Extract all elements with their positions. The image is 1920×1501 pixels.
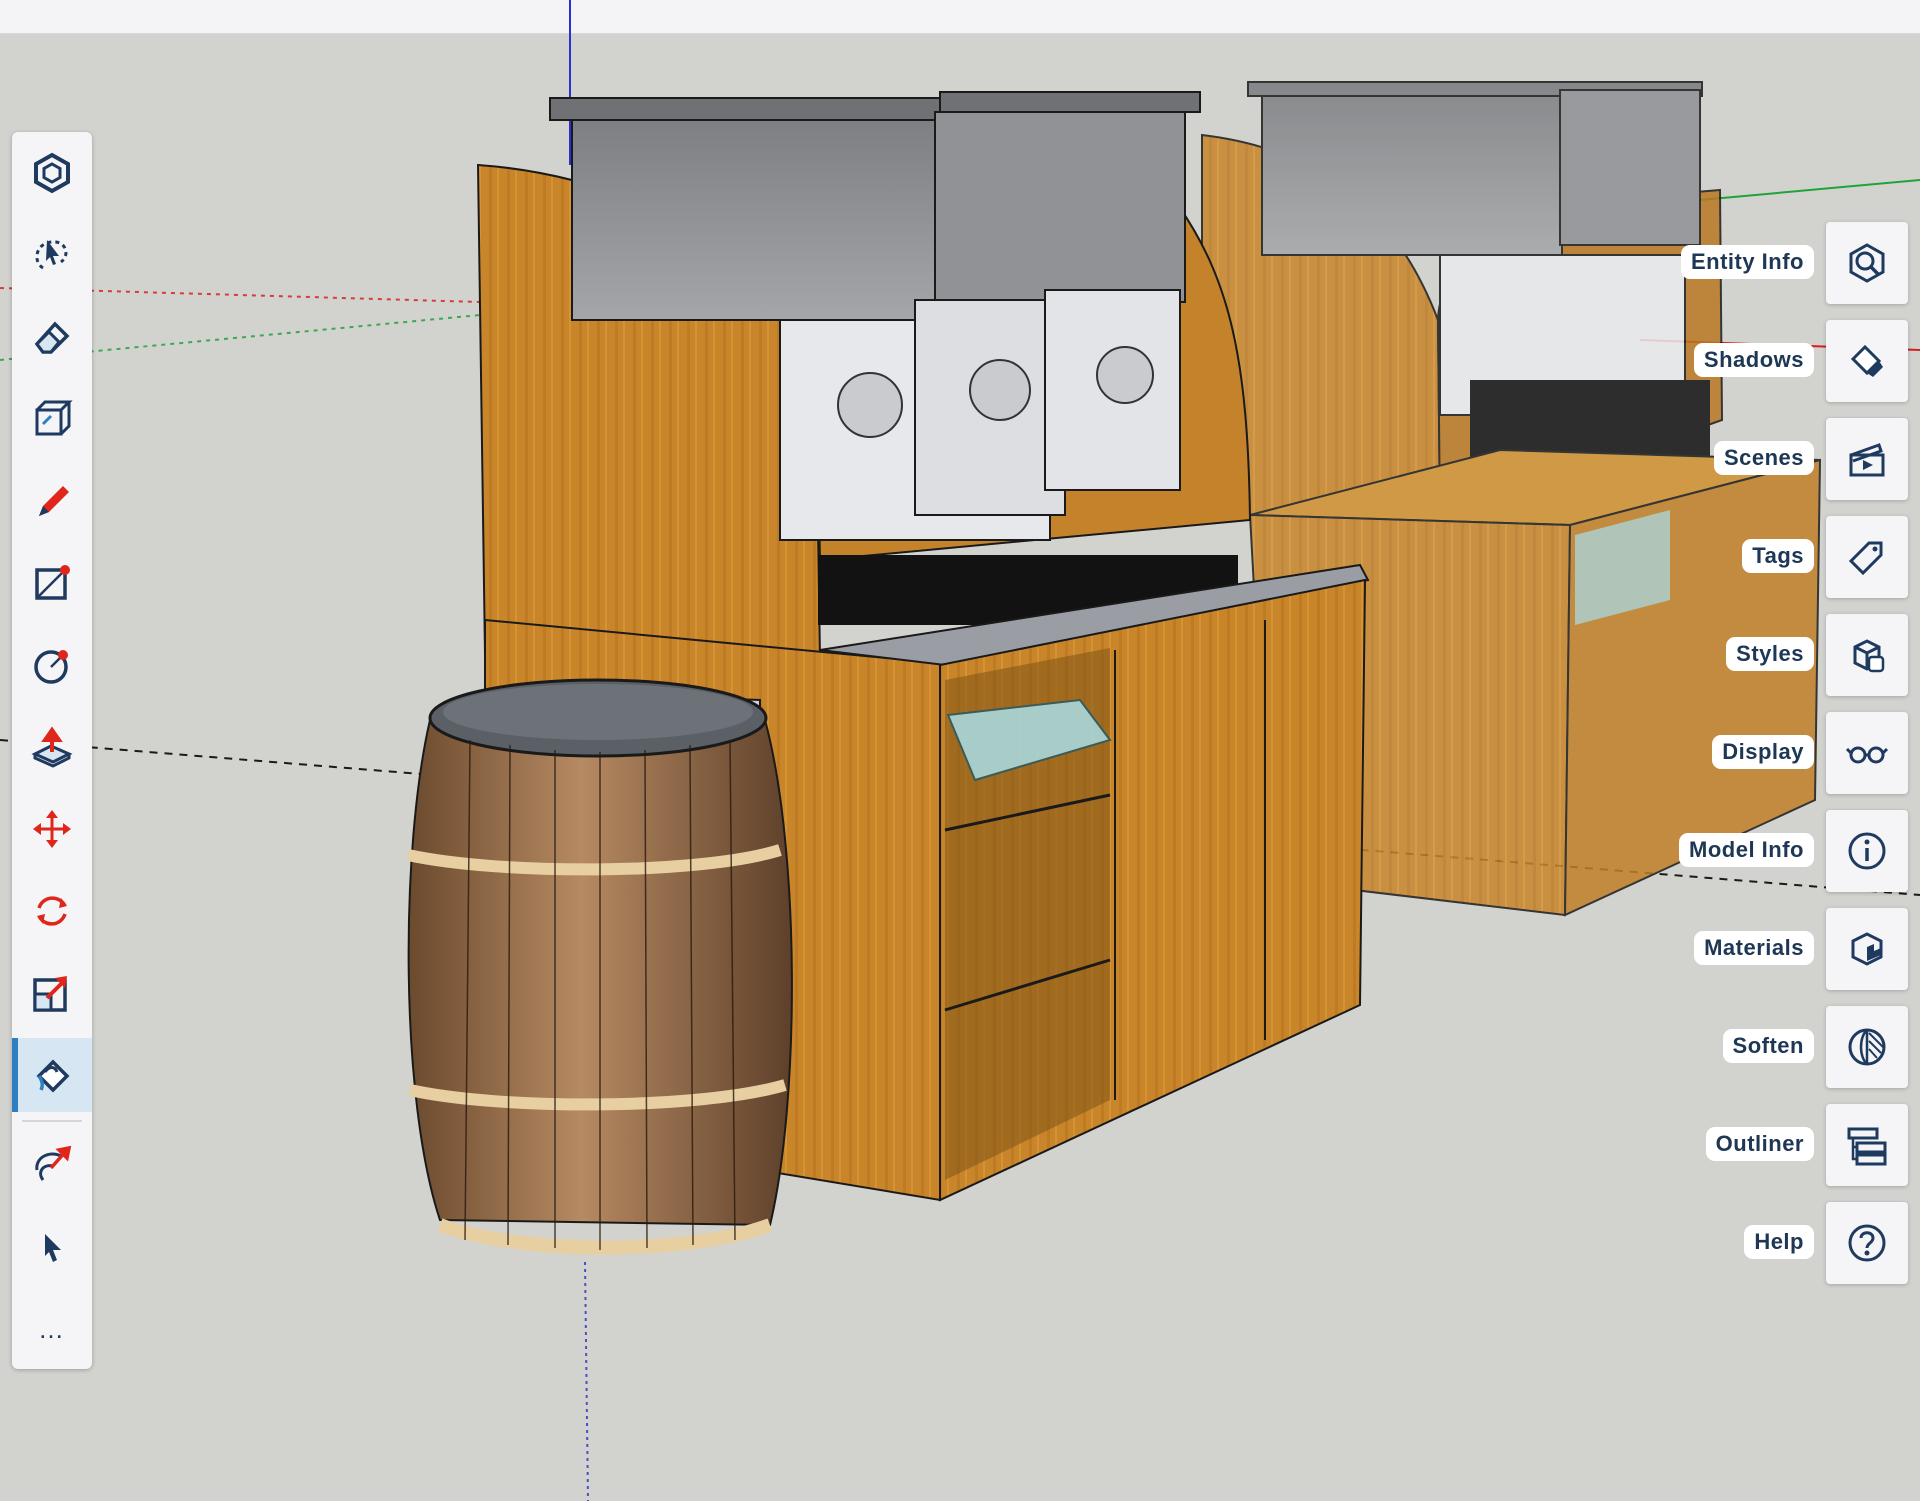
- cursor-icon[interactable]: [12, 1210, 92, 1284]
- panel-display[interactable]: Display: [1488, 712, 1908, 794]
- pencil-icon[interactable]: [12, 464, 92, 538]
- display-icon[interactable]: [1826, 712, 1908, 794]
- push-pull-icon[interactable]: [12, 710, 92, 784]
- panel-entity-info[interactable]: Entity Info: [1488, 222, 1908, 304]
- wine-barrel[interactable]: [406, 678, 793, 1255]
- help-label[interactable]: Help: [1744, 1225, 1814, 1259]
- eraser-icon[interactable]: [12, 300, 92, 374]
- circle-icon[interactable]: [12, 628, 92, 702]
- panel-soften[interactable]: Soften: [1488, 1006, 1908, 1088]
- rectangle-icon[interactable]: [12, 546, 92, 620]
- model-info-label[interactable]: Model Info: [1679, 833, 1814, 867]
- panel-tags[interactable]: Tags: [1488, 516, 1908, 598]
- panel-materials[interactable]: Materials: [1488, 908, 1908, 990]
- toolbar-divider: [22, 1120, 82, 1122]
- paint-bucket-icon[interactable]: [12, 1038, 92, 1112]
- styles-icon[interactable]: [1826, 614, 1908, 696]
- tool-palette: …: [12, 132, 92, 1369]
- panel-scenes[interactable]: Scenes: [1488, 418, 1908, 500]
- tags-icon[interactable]: [1826, 516, 1908, 598]
- entity-info-label[interactable]: Entity Info: [1680, 245, 1814, 279]
- display-label[interactable]: Display: [1712, 735, 1814, 769]
- tags-label[interactable]: Tags: [1742, 539, 1814, 573]
- shadows-icon[interactable]: [1826, 320, 1908, 402]
- model-info-icon[interactable]: [1826, 810, 1908, 892]
- panel-help[interactable]: Help: [1488, 1202, 1908, 1284]
- panel-styles[interactable]: Styles: [1488, 614, 1908, 696]
- shadows-label[interactable]: Shadows: [1693, 343, 1814, 377]
- scenes-icon[interactable]: [1826, 418, 1908, 500]
- help-icon[interactable]: [1826, 1202, 1908, 1284]
- panel-outliner[interactable]: Outliner: [1488, 1104, 1908, 1186]
- rotate-icon[interactable]: [12, 874, 92, 948]
- soften-icon[interactable]: [1826, 1006, 1908, 1088]
- panel-model-info[interactable]: Model Info: [1488, 810, 1908, 892]
- lasso-select-icon[interactable]: [12, 218, 92, 292]
- materials-icon[interactable]: [1826, 908, 1908, 990]
- styles-label[interactable]: Styles: [1726, 637, 1814, 671]
- more-tools-icon[interactable]: …: [12, 1292, 92, 1366]
- tape-measure-icon[interactable]: [12, 382, 92, 456]
- more-tools-label: …: [38, 1314, 66, 1344]
- move-icon[interactable]: [12, 792, 92, 866]
- entity-info-icon[interactable]: [1826, 222, 1908, 304]
- outliner-label[interactable]: Outliner: [1705, 1127, 1814, 1161]
- scale-icon[interactable]: [12, 956, 92, 1030]
- soften-label[interactable]: Soften: [1722, 1029, 1814, 1063]
- scenes-label[interactable]: Scenes: [1713, 441, 1814, 475]
- panel-shadows[interactable]: Shadows: [1488, 320, 1908, 402]
- orbit-icon[interactable]: [12, 1128, 92, 1202]
- search-tool-icon[interactable]: [12, 136, 92, 210]
- materials-label[interactable]: Materials: [1694, 931, 1814, 965]
- outliner-icon[interactable]: [1826, 1104, 1908, 1186]
